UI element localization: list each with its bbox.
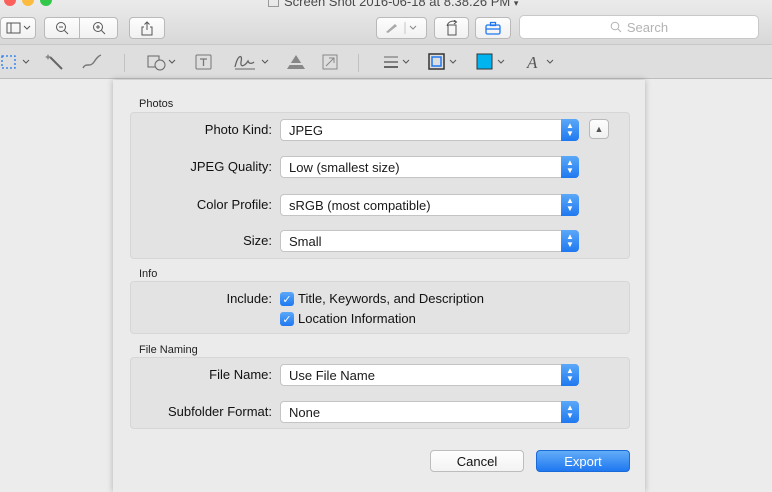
location-information-label: Location Information	[298, 311, 416, 326]
popup-arrows-icon: ▲ ▼	[561, 119, 579, 141]
section-title-info: Info	[139, 268, 158, 280]
rotate-button[interactable]	[434, 17, 469, 39]
sketch-tool[interactable]	[80, 51, 104, 73]
checkmark-icon: ✓	[282, 293, 292, 306]
text-tool[interactable]	[194, 51, 214, 73]
include-label: Include:	[226, 291, 272, 306]
checkmark-icon: ✓	[282, 313, 292, 326]
file-name-label: File Name:	[209, 367, 272, 382]
cancel-button[interactable]: Cancel	[430, 450, 524, 472]
shapes-icon	[147, 55, 176, 71]
rotate-icon	[446, 20, 457, 36]
adjust-size-tool[interactable]	[320, 51, 340, 73]
size-popup[interactable]: Small ▲ ▼	[280, 230, 579, 252]
size-value: Small	[289, 233, 322, 249]
document-icon	[268, 0, 279, 7]
photo-kind-value: JPEG	[289, 122, 323, 138]
text-style-icon: A	[526, 53, 554, 72]
title-bar: Screen Shot 2016-06-18 at 8.38.26 PM ▾ S…	[0, 0, 772, 44]
collapse-button[interactable]: ▲	[589, 119, 609, 139]
search-placeholder: Search	[626, 19, 669, 35]
popup-arrows-icon: ▲ ▼	[561, 401, 579, 423]
toolbox-button[interactable]	[475, 17, 511, 39]
zoom-in-button[interactable]	[79, 17, 118, 39]
zoom-in-icon	[92, 22, 105, 35]
search-field[interactable]: Search	[519, 15, 759, 39]
fill-color-icon	[476, 53, 505, 70]
adjust-size-icon	[322, 54, 338, 70]
file-name-value: Use File Name	[289, 367, 375, 383]
share-button[interactable]	[129, 17, 165, 39]
popup-arrows-icon: ▲ ▼	[561, 194, 579, 216]
svg-text:A: A	[526, 53, 538, 72]
share-icon	[141, 20, 153, 35]
file-name-popup[interactable]: Use File Name ▲ ▼	[280, 364, 579, 386]
sign-tool[interactable]	[233, 51, 273, 73]
shapes-tool[interactable]	[146, 51, 180, 73]
jpeg-quality-value: Low (smallest size)	[289, 159, 400, 175]
section-title-file-naming: File Naming	[139, 344, 198, 356]
subfolder-format-label: Subfolder Format:	[167, 404, 272, 419]
color-profile-popup[interactable]: sRGB (most compatible) ▲ ▼	[280, 194, 579, 216]
selection-icon	[1, 55, 30, 69]
toolbox-icon	[485, 21, 501, 35]
window-title: Screen Shot 2016-06-18 at 8.38.26 PM ▾	[268, 0, 518, 9]
sidebar-icon	[6, 22, 31, 34]
markup-toolbar: A	[0, 44, 772, 79]
title-keywords-checkbox[interactable]: ✓	[280, 292, 294, 306]
instant-alpha-tool[interactable]	[45, 51, 67, 73]
chevron-up-icon: ▲	[594, 124, 604, 134]
sign-icon	[234, 55, 269, 70]
size-label: Size:	[243, 233, 272, 248]
subfolder-format-value: None	[289, 404, 321, 420]
export-button[interactable]: Export	[536, 450, 630, 472]
photo-kind-label: Photo Kind:	[204, 122, 272, 137]
text-style-tool[interactable]: A	[525, 51, 557, 73]
text-icon	[195, 54, 212, 70]
popup-arrows-icon: ▲ ▼	[561, 230, 579, 252]
line-style-icon	[384, 56, 410, 68]
photo-kind-popup[interactable]: JPEG ▲ ▼	[280, 119, 579, 141]
jpeg-quality-label: JPEG Quality:	[190, 159, 272, 174]
zoom-window-button[interactable]	[40, 0, 52, 6]
toolbar-separator	[124, 54, 125, 72]
location-information-checkbox[interactable]: ✓	[280, 312, 294, 326]
border-color-tool[interactable]	[428, 51, 462, 73]
close-window-button[interactable]	[4, 0, 16, 6]
search-icon	[610, 21, 622, 33]
border-color-icon	[428, 53, 457, 70]
toolbar-separator	[358, 54, 359, 72]
selection-tool[interactable]	[0, 51, 36, 73]
color-profile-value: sRGB (most compatible)	[289, 197, 431, 213]
zoom-out-icon	[56, 22, 69, 35]
fill-color-tool[interactable]	[476, 51, 510, 73]
section-title-photos: Photos	[139, 98, 174, 110]
zoom-out-button[interactable]	[44, 17, 80, 39]
line-style-tool[interactable]	[382, 51, 414, 73]
instant-alpha-icon	[45, 54, 63, 70]
sketch-icon	[82, 54, 102, 69]
title-keywords-label: Title, Keywords, and Description	[298, 291, 484, 306]
markup-toolbar-button[interactable]	[376, 17, 427, 39]
chevron-down-icon[interactable]: ▾	[514, 0, 519, 8]
info-box	[130, 281, 630, 334]
adjust-color-tool[interactable]	[285, 51, 307, 73]
adjust-color-icon	[285, 55, 307, 69]
sidebar-toggle-button[interactable]	[0, 17, 36, 39]
popup-arrows-icon: ▲ ▼	[561, 156, 579, 178]
markup-icon	[385, 22, 416, 34]
minimize-window-button[interactable]	[22, 0, 34, 6]
subfolder-format-popup[interactable]: None ▲ ▼	[280, 401, 579, 423]
color-profile-label: Color Profile:	[196, 197, 272, 212]
jpeg-quality-popup[interactable]: Low (smallest size) ▲ ▼	[280, 156, 579, 178]
popup-arrows-icon: ▲ ▼	[561, 364, 579, 386]
